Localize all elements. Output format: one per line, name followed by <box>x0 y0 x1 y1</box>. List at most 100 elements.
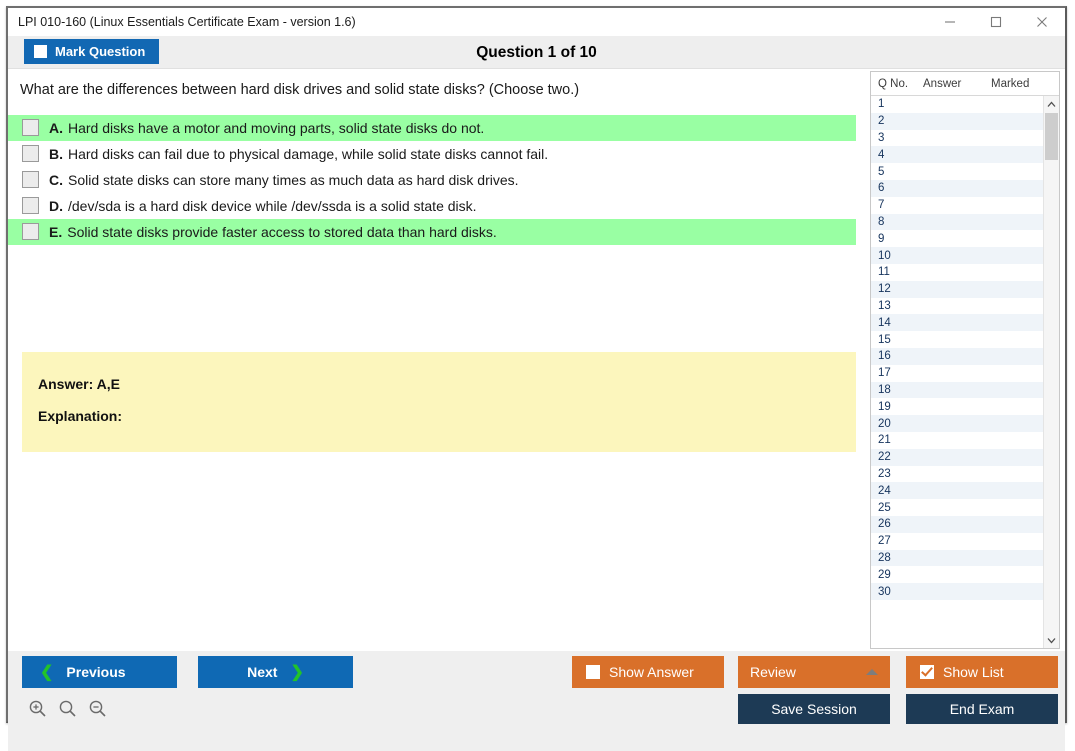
question-list-scroll-area: 1 2 3 4 5 6 7 8 9 10 11 12 13 14 15 16 17 18 19 20 21 22 23 24 2… <box>871 96 1059 648</box>
question-list-row[interactable]: 15 <box>871 331 1043 348</box>
save-session-label: Save Session <box>771 701 857 717</box>
option-row-b[interactable]: B. Hard disks can fail due to physical d… <box>8 141 856 167</box>
question-list-row-number: 13 <box>878 299 891 312</box>
question-list-row-number: 30 <box>878 585 891 598</box>
scroll-up-icon[interactable] <box>1044 96 1059 112</box>
question-list-row[interactable]: 24 <box>871 482 1043 500</box>
answer-explanation-box: Answer: A,E Explanation: <box>22 352 856 452</box>
question-list-row-number: 2 <box>878 115 885 128</box>
question-list-row-number: 14 <box>878 316 891 329</box>
question-list-row[interactable]: 22 <box>871 448 1043 466</box>
column-header-qno: Q No. <box>878 77 909 90</box>
question-list-row[interactable]: 10 <box>871 247 1043 264</box>
option-row-a[interactable]: A. Hard disks have a motor and moving pa… <box>8 114 856 141</box>
save-session-button[interactable]: Save Session <box>738 694 890 724</box>
question-list-row-number: 26 <box>878 518 891 531</box>
question-list-row[interactable]: 11 <box>871 264 1043 281</box>
question-list-row[interactable]: 8 <box>871 213 1043 231</box>
question-list-row[interactable]: 18 <box>871 381 1043 399</box>
next-label: Next <box>247 664 278 680</box>
question-list-row-number: 3 <box>878 131 885 144</box>
question-list-row[interactable]: 29 <box>871 566 1043 583</box>
question-list-row-number: 23 <box>878 467 891 480</box>
option-row-c[interactable]: C. Solid state disks can store many time… <box>8 167 856 193</box>
column-header-marked: Marked <box>991 77 1030 90</box>
question-list-row-number: 25 <box>878 501 891 514</box>
option-row-d[interactable]: D. /dev/sda is a hard disk device while … <box>8 193 856 219</box>
exam-window: LPI 010-160 (Linux Essentials Certificat… <box>6 6 1067 751</box>
question-list-row-number: 6 <box>878 182 885 195</box>
question-list-row-number: 1 <box>878 98 885 111</box>
maximize-icon[interactable] <box>973 8 1019 36</box>
question-list-row[interactable]: 19 <box>871 398 1043 415</box>
question-list-row[interactable]: 16 <box>871 347 1043 365</box>
footer-toolbar: ❮ Previous Next ❯ Show Answer Review Sho… <box>8 651 1065 751</box>
question-list-row[interactable]: 30 <box>871 583 1043 600</box>
question-list-row[interactable]: 26 <box>871 515 1043 533</box>
zoom-out-icon[interactable] <box>88 699 107 723</box>
chevron-left-icon: ❮ <box>40 664 54 681</box>
show-list-toggle[interactable]: Show List <box>906 656 1058 688</box>
next-button[interactable]: Next ❯ <box>198 656 353 688</box>
question-list-row[interactable]: 3 <box>871 130 1043 147</box>
mark-question-checkbox-icon[interactable] <box>34 45 47 58</box>
option-text-a: Hard disks have a motor and moving parts… <box>68 119 485 136</box>
answer-label: Answer: A,E <box>38 376 120 392</box>
zoom-in-icon[interactable] <box>28 699 47 723</box>
option-checkbox-b[interactable] <box>22 145 39 163</box>
body-area: What are the differences between hard di… <box>8 69 1065 651</box>
question-list-row-number: 11 <box>878 266 890 279</box>
question-list-row[interactable]: 20 <box>871 415 1043 432</box>
option-checkbox-c[interactable] <box>22 171 39 189</box>
show-list-checkbox-icon[interactable] <box>920 665 934 679</box>
option-checkbox-a[interactable] <box>22 119 39 137</box>
question-list-row[interactable]: 4 <box>871 146 1043 164</box>
question-list-row[interactable]: 6 <box>871 179 1043 197</box>
end-exam-label: End Exam <box>949 701 1015 717</box>
question-pane: What are the differences between hard di… <box>8 69 856 651</box>
question-list-row-number: 15 <box>878 333 891 346</box>
option-checkbox-e[interactable] <box>22 223 39 241</box>
question-list-header: Q No. Answer Marked <box>871 72 1059 96</box>
question-list-row[interactable]: 28 <box>871 549 1043 567</box>
question-list-row-number: 29 <box>878 568 891 581</box>
option-row-e[interactable]: E. Solid state disks provide faster acce… <box>8 218 856 245</box>
title-bar: LPI 010-160 (Linux Essentials Certificat… <box>8 8 1065 36</box>
zoom-reset-icon[interactable] <box>58 699 77 723</box>
question-list-row[interactable]: 7 <box>871 197 1043 214</box>
question-list-row[interactable]: 1 <box>871 96 1043 113</box>
previous-button[interactable]: ❮ Previous <box>22 656 177 688</box>
question-list-scrollbar[interactable] <box>1043 96 1059 648</box>
question-list-row[interactable]: 5 <box>871 163 1043 180</box>
question-list-row[interactable]: 12 <box>871 280 1043 298</box>
question-list-row[interactable]: 27 <box>871 533 1043 550</box>
end-exam-button[interactable]: End Exam <box>906 694 1058 724</box>
question-counter: Question 1 of 10 <box>476 44 597 61</box>
minimize-icon[interactable] <box>927 8 973 36</box>
question-list-row-number: 24 <box>878 484 891 497</box>
review-label: Review <box>750 664 796 680</box>
question-list-row[interactable]: 21 <box>871 432 1043 449</box>
question-list-row[interactable]: 17 <box>871 365 1043 382</box>
close-icon[interactable] <box>1019 8 1065 36</box>
question-list-row-number: 7 <box>878 199 885 212</box>
option-text-d: /dev/sda is a hard disk device while /de… <box>68 197 477 214</box>
question-list-row[interactable]: 25 <box>871 499 1043 516</box>
question-list-row[interactable]: 2 <box>871 112 1043 130</box>
show-answer-toggle[interactable]: Show Answer <box>572 656 724 688</box>
show-answer-checkbox-icon[interactable] <box>586 665 600 679</box>
question-list-row[interactable]: 23 <box>871 466 1043 483</box>
question-list-row-number: 19 <box>878 400 891 413</box>
review-dropdown[interactable]: Review <box>738 656 890 688</box>
question-list-row[interactable]: 14 <box>871 314 1043 332</box>
mark-question-button[interactable]: Mark Question <box>24 39 160 64</box>
option-checkbox-d[interactable] <box>22 197 39 215</box>
column-header-answer: Answer <box>923 77 962 90</box>
question-list-row[interactable]: 9 <box>871 230 1043 247</box>
scrollbar-thumb[interactable] <box>1045 113 1058 160</box>
question-list-row-number: 16 <box>878 350 891 363</box>
option-letter-c: C. <box>49 171 63 188</box>
question-list-row[interactable]: 13 <box>871 298 1043 315</box>
options-list: A. Hard disks have a motor and moving pa… <box>8 114 856 245</box>
scroll-down-icon[interactable] <box>1044 632 1059 648</box>
